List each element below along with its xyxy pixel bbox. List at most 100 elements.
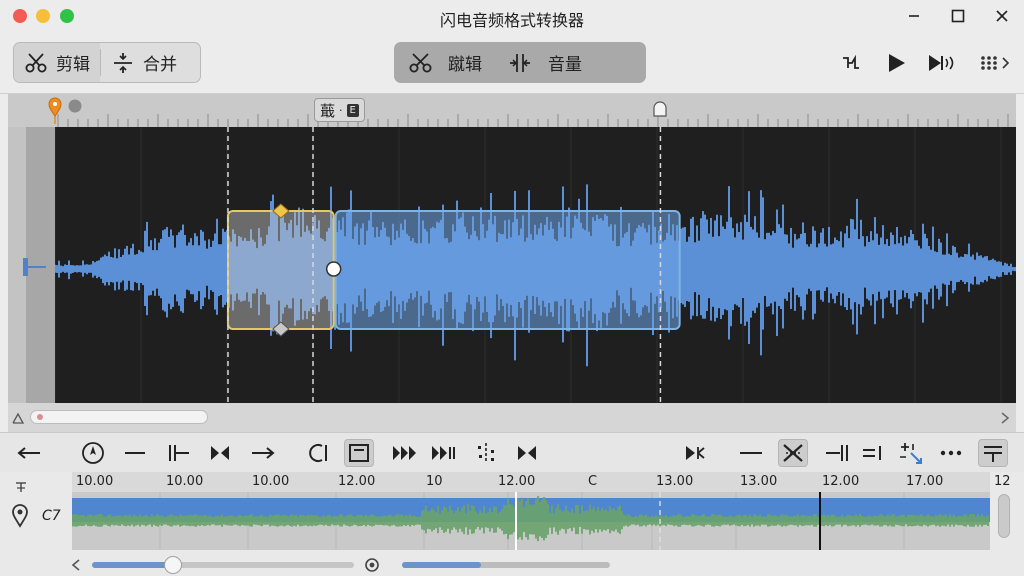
chevron-right-icon[interactable] xyxy=(998,411,1012,425)
timeline-time-label: 10.00 xyxy=(76,474,114,489)
maximize-button[interactable] xyxy=(944,4,972,28)
volume-tool-label: 音量 xyxy=(548,55,582,75)
bowtie-icon xyxy=(518,446,536,460)
merge-icon xyxy=(114,52,132,73)
dots-icon xyxy=(940,450,962,456)
overview-waveform[interactable] xyxy=(72,492,990,550)
arrow-right-icon xyxy=(252,447,275,459)
minimize-button[interactable] xyxy=(900,4,928,28)
arrow-right-button[interactable] xyxy=(248,439,278,467)
target-icon[interactable] xyxy=(364,557,380,573)
channel-gutter xyxy=(8,127,55,403)
level-handle-icon[interactable] xyxy=(20,255,50,285)
track-header: C7 xyxy=(0,472,72,552)
start-marker-icon[interactable] xyxy=(48,97,62,124)
minus-button[interactable] xyxy=(736,439,766,467)
mute-cross-icon xyxy=(783,444,803,462)
volume-tool-button[interactable]: 音量 xyxy=(492,42,592,83)
dots-button[interactable] xyxy=(936,439,966,467)
maximize-icon xyxy=(951,9,965,23)
region-tag: E xyxy=(346,103,359,117)
split-channel-icon xyxy=(843,54,859,69)
vertical-scroll-thumb[interactable] xyxy=(998,494,1010,538)
merge-tab-label: 合并 xyxy=(143,55,177,75)
skip-forward-button[interactable] xyxy=(428,439,458,467)
dash-icon xyxy=(125,452,145,454)
arrow-left-button[interactable] xyxy=(14,439,44,467)
waveform-canvas[interactable] xyxy=(55,127,1016,403)
location-pin-icon[interactable] xyxy=(11,504,29,528)
close-button[interactable] xyxy=(988,4,1016,28)
cut-tab-label: 剪辑 xyxy=(56,55,90,75)
timeline-time-label: 13.00 xyxy=(656,474,694,489)
timeline-time-label: 12 xyxy=(994,474,1011,489)
zoom-slider-knob[interactable] xyxy=(164,556,183,574)
zoom-controls xyxy=(0,552,1024,576)
trim-button[interactable] xyxy=(205,439,235,467)
vertical-scrollbar[interactable] xyxy=(994,492,1014,550)
split-marker-button[interactable] xyxy=(163,439,193,467)
bowtie-button[interactable] xyxy=(512,439,542,467)
tool-segment: 蹴辑 音量 xyxy=(394,42,646,83)
record-indicator-icon[interactable] xyxy=(68,99,82,113)
align-button[interactable] xyxy=(978,439,1008,467)
timeline-time-label: 10.00 xyxy=(166,474,204,489)
play-audio-button[interactable] xyxy=(926,51,958,75)
region-label[interactable]: 蕺 · E xyxy=(314,98,365,122)
playhead-marker-icon[interactable] xyxy=(653,101,667,117)
skip-forward-icon xyxy=(432,446,455,460)
timeline-time-label: 10 xyxy=(426,474,443,489)
minimize-icon xyxy=(909,15,919,17)
fast-forward-button[interactable] xyxy=(390,439,420,467)
overview-timeline: C7 10.00 10.00 10.00 12.00 10 12.00 C 13.00 13.0… xyxy=(0,472,1024,576)
close-icon xyxy=(996,10,1008,22)
speaker-fork-button[interactable] xyxy=(682,439,712,467)
timeline-time-label: 13.00 xyxy=(740,474,778,489)
transport-bar xyxy=(0,432,1024,472)
timeline-time-label: 12.00 xyxy=(822,474,860,489)
more-icon xyxy=(981,56,1010,70)
scatter-button[interactable] xyxy=(472,439,502,467)
cut-tab[interactable]: 剪辑 xyxy=(14,43,100,82)
audio-region xyxy=(334,210,681,330)
title-bar: 闪电音频格式转换器 xyxy=(0,0,1024,34)
fast-forward-icon xyxy=(393,446,416,460)
zoom-fit-icon[interactable] xyxy=(11,411,25,425)
merge-tab[interactable]: 合并 xyxy=(101,43,187,82)
waveform-graphic xyxy=(55,127,1016,403)
scroll-grip-icon xyxy=(37,414,43,420)
more-button[interactable] xyxy=(978,51,1014,75)
split-channel-button[interactable] xyxy=(838,51,864,75)
chevron-left-icon[interactable] xyxy=(70,558,82,572)
compass-icon xyxy=(82,442,104,464)
timeline-time-label: 12.00 xyxy=(498,474,536,489)
region-label-text: 蕺 xyxy=(320,101,336,120)
dash-button[interactable] xyxy=(120,439,150,467)
sparkle-add-icon xyxy=(900,443,922,464)
trim-tool-button[interactable]: 蹴辑 xyxy=(394,42,492,83)
crop-frame-button[interactable] xyxy=(344,439,374,467)
end-marker-icon xyxy=(826,445,848,461)
loop-button[interactable] xyxy=(302,439,332,467)
progress-bar-fill xyxy=(402,562,482,568)
edit-mode-segment: 剪辑 合并 xyxy=(13,42,201,83)
time-ruler[interactable]: 蕺 · E xyxy=(8,94,1016,127)
mute-cross-button[interactable] xyxy=(778,439,808,467)
sparkle-add-button[interactable] xyxy=(896,439,926,467)
waveform-panel: 蕺 · E xyxy=(8,94,1016,432)
equals-marker-button[interactable] xyxy=(858,439,888,467)
zoom-slider[interactable] xyxy=(92,556,354,574)
compass-button[interactable] xyxy=(78,439,108,467)
crop-frame-icon xyxy=(349,444,369,462)
end-marker-button[interactable] xyxy=(822,439,852,467)
play-button[interactable] xyxy=(882,51,910,75)
volume-adjust-icon xyxy=(510,53,530,72)
overview-strip[interactable]: 10.00 10.00 10.00 12.00 10 12.00 C 13.00 13.00 12… xyxy=(72,472,1011,550)
horizontal-scroll-thumb[interactable] xyxy=(30,410,208,424)
speaker-fork-icon xyxy=(686,446,705,460)
ruler-ticks xyxy=(48,97,1009,127)
progress-bar[interactable] xyxy=(402,562,610,568)
horizontal-scrollbar[interactable] xyxy=(8,403,1016,432)
track-settings-icon[interactable] xyxy=(14,480,28,494)
split-handle xyxy=(325,261,342,277)
